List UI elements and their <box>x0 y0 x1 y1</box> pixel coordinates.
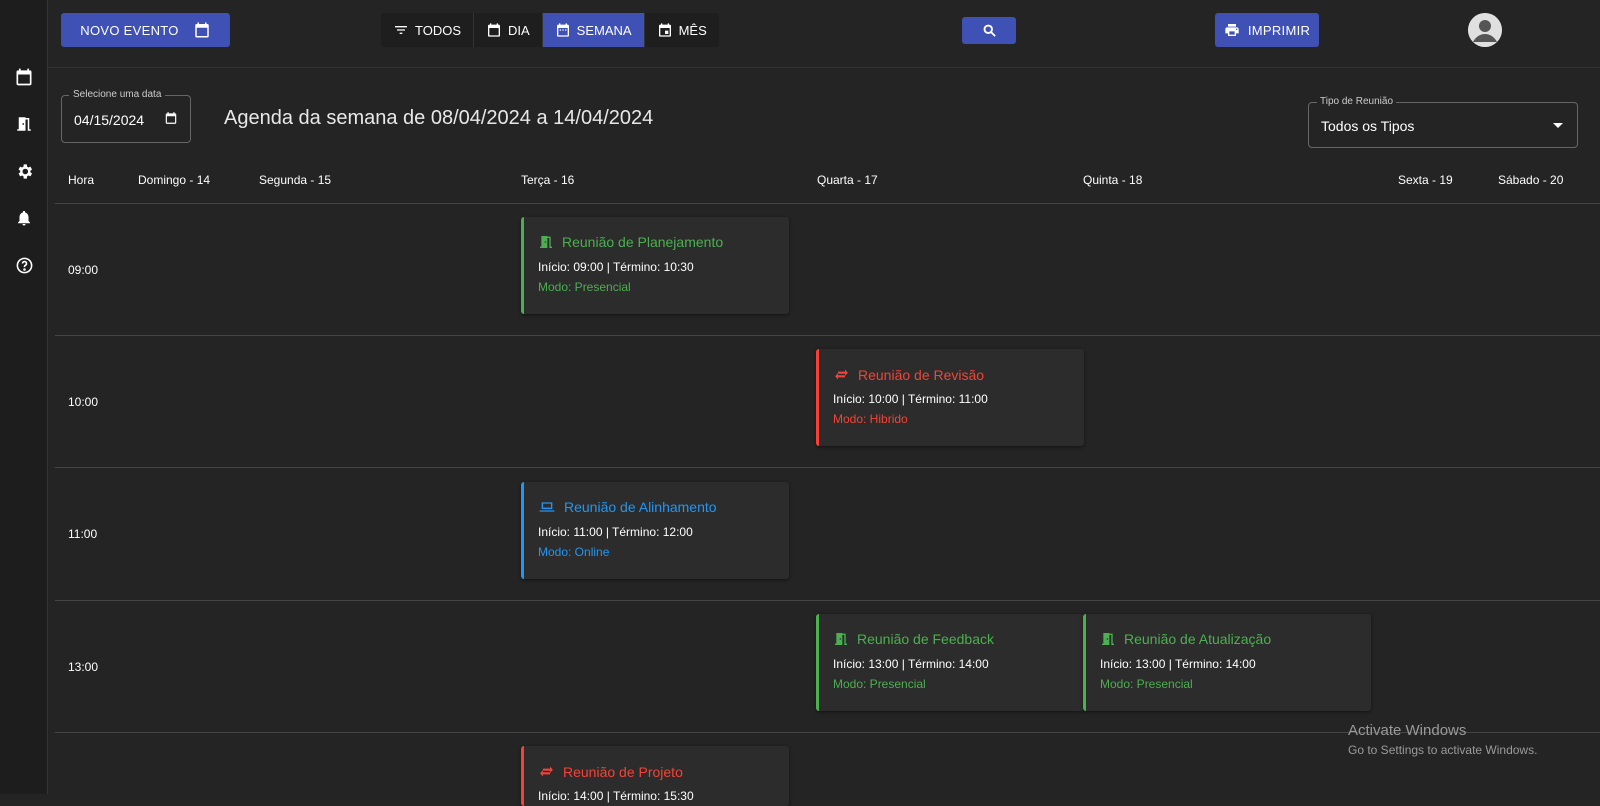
event-mode: Modo: Presencial <box>833 677 926 691</box>
sidebar <box>0 0 48 794</box>
column-header-thursday: Quinta - 18 <box>1083 173 1143 187</box>
column-header-hour: Hora <box>68 173 95 187</box>
gear-icon[interactable] <box>13 160 35 182</box>
search-button[interactable] <box>962 17 1016 44</box>
view-all-button[interactable]: TODOS <box>381 13 474 47</box>
event-title: Reunião de Atualização <box>1124 631 1272 647</box>
calendar-icon[interactable] <box>13 66 35 88</box>
view-month-label: MÊS <box>678 22 707 38</box>
column-header-friday: Sexta - 19 <box>1398 173 1453 187</box>
event-mode: Modo: Presencial <box>1100 677 1193 691</box>
bell-icon[interactable] <box>13 207 35 229</box>
event-mode: Modo: Online <box>538 545 610 559</box>
row-divider <box>55 600 1600 601</box>
event-time: Início: 10:00 | Término: 11:00 <box>833 392 988 406</box>
date-picker[interactable]: Selecione uma data 04/15/2024 <box>61 89 191 143</box>
laptop-icon <box>539 502 555 512</box>
event-card[interactable]: Reunião de Feedback Início: 13:00 | Térm… <box>816 614 1084 711</box>
column-header-wednesday: Quarta - 17 <box>817 173 878 187</box>
view-day-label: DIA <box>508 22 530 38</box>
event-time: Início: 13:00 | Término: 14:00 <box>833 657 989 671</box>
door-icon <box>1102 633 1114 645</box>
new-event-label: NOVO EVENTO <box>80 22 179 38</box>
row-divider <box>55 203 1600 204</box>
calendar-icon <box>488 23 500 37</box>
door-icon[interactable] <box>13 113 35 135</box>
date-picker-label: Selecione uma data <box>69 89 166 100</box>
row-divider <box>55 335 1600 336</box>
hour-label: 11:00 <box>68 527 98 541</box>
door-icon <box>835 633 847 645</box>
view-all-label: TODOS <box>415 22 461 38</box>
calendar-icon <box>194 22 209 38</box>
column-header-tuesday: Terça - 16 <box>521 173 575 187</box>
user-icon <box>1468 13 1502 47</box>
event-title: Reunião de Feedback <box>857 631 994 647</box>
hour-label: 09:00 <box>68 263 99 277</box>
top-bar <box>48 0 1600 68</box>
calendar-week-icon <box>556 23 569 37</box>
event-card[interactable]: Reunião de Atualização Início: 13:00 | T… <box>1083 614 1371 711</box>
event-mode: Modo: Hibrido <box>833 412 908 426</box>
hour-label: 13:00 <box>68 660 99 674</box>
view-week-button[interactable]: SEMANA <box>542 13 645 47</box>
printer-icon <box>1225 24 1239 36</box>
column-header-monday: Segunda - 15 <box>259 173 332 187</box>
view-toggle-group: TODOS DIA SEMANA MÊS <box>381 13 719 47</box>
event-time: Início: 09:00 | Término: 10:30 <box>538 260 694 274</box>
page-title: Agenda da semana de 08/04/2024 a 14/04/2… <box>224 107 654 129</box>
column-header-saturday: Sábado - 20 <box>1498 173 1564 187</box>
print-label: IMPRIMIR <box>1247 22 1311 38</box>
event-card[interactable]: Reunião de Projeto Início: 14:00 | Térmi… <box>521 746 789 806</box>
event-title: Reunião de Alinhamento <box>564 499 717 515</box>
avatar[interactable] <box>1468 13 1502 47</box>
meeting-type-label: Tipo de Reunião <box>1317 96 1397 107</box>
calendar-month-icon <box>658 23 671 37</box>
event-title: Reunião de Revisão <box>858 366 985 383</box>
view-week-label: SEMANA <box>576 22 632 38</box>
print-button[interactable]: IMPRIMIR <box>1215 13 1319 47</box>
view-month-button[interactable]: MÊS <box>645 13 719 47</box>
view-day-button[interactable]: DIA <box>474 13 543 47</box>
activation-watermark: Activate Windows Go to Settings to activ… <box>1348 722 1537 757</box>
door-icon <box>540 236 552 248</box>
event-title: Reunião de Projeto <box>563 763 683 780</box>
chevron-down-icon <box>1553 123 1563 128</box>
event-time: Início: 13:00 | Término: 14:00 <box>1100 657 1256 671</box>
column-header-sunday: Domingo - 14 <box>138 173 211 187</box>
event-card[interactable]: Reunião de Revisão Início: 10:00 | Térmi… <box>816 349 1084 446</box>
date-picker-value: 04/15/2024 <box>74 112 145 128</box>
filter-icon <box>395 26 407 34</box>
search-icon <box>983 24 996 37</box>
swap-icon <box>540 766 553 777</box>
meeting-type-value: Todos os Tipos <box>1321 118 1415 134</box>
event-time: Início: 11:00 | Término: 12:00 <box>538 525 693 539</box>
event-card[interactable]: Reunião de Alinhamento Início: 11:00 | T… <box>521 482 789 579</box>
calendar-icon[interactable] <box>164 111 178 125</box>
event-title: Reunião de Planejamento <box>562 234 724 250</box>
meeting-type-select[interactable]: Tipo de Reunião Todos os Tipos <box>1308 96 1578 148</box>
new-event-button[interactable]: NOVO EVENTO <box>61 13 230 47</box>
event-time: Início: 14:00 | Término: 15:30 <box>538 789 694 803</box>
hour-label: 10:00 <box>68 395 99 409</box>
event-mode: Modo: Presencial <box>538 280 631 294</box>
event-card[interactable]: Reunião de Planejamento Início: 09:00 | … <box>521 217 789 314</box>
watermark-line-1: Activate Windows <box>1348 722 1467 739</box>
help-icon[interactable] <box>13 254 35 276</box>
swap-icon <box>835 369 848 380</box>
watermark-line-2: Go to Settings to activate Windows. <box>1348 743 1538 757</box>
row-divider <box>55 467 1600 468</box>
